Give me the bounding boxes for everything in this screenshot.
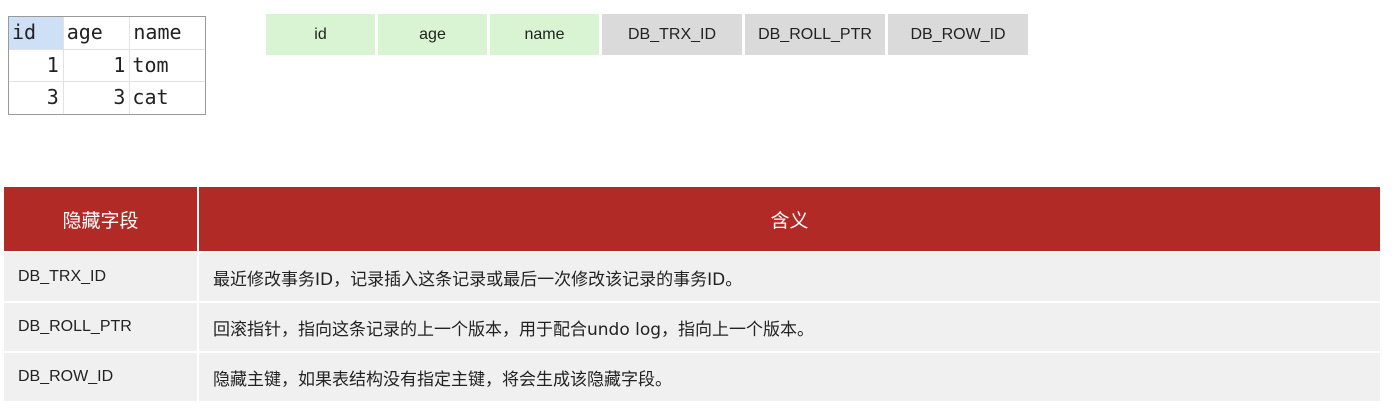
result-grid-header: id age name bbox=[9, 17, 205, 50]
row-structure-strip: id age name DB_TRX_ID DB_ROLL_PTR DB_ROW… bbox=[266, 14, 1028, 55]
field-meaning: 隐藏主键，如果表结构没有指定主键，将会生成该隐藏字段。 bbox=[213, 369, 672, 390]
grid-cell[interactable]: cat bbox=[130, 82, 205, 114]
user-column-id: id bbox=[266, 14, 375, 55]
hidden-column-roll-ptr: DB_ROLL_PTR bbox=[745, 14, 885, 55]
meaning-column-header: 含义 bbox=[770, 209, 809, 232]
field-name: DB_TRX_ID bbox=[4, 253, 199, 301]
grid-cell[interactable]: 1 bbox=[63, 50, 131, 82]
table-row[interactable]: 3 3 cat bbox=[9, 82, 205, 114]
grid-column-header[interactable]: name bbox=[130, 17, 205, 50]
field-meaning: 回滚指针，指向这条记录的上一个版本，用于配合undo log，指向上一个版本。 bbox=[213, 319, 815, 340]
hidden-column-trx-id: DB_TRX_ID bbox=[602, 14, 742, 55]
field-name: DB_ROLL_PTR bbox=[4, 303, 199, 351]
result-grid: id age name 1 1 tom 3 3 cat bbox=[8, 16, 206, 115]
grid-cell[interactable]: 3 bbox=[9, 82, 64, 114]
field-column-header: 隐藏字段 bbox=[4, 187, 199, 251]
user-column-name: name bbox=[490, 14, 599, 55]
grid-cell[interactable]: 1 bbox=[9, 50, 64, 82]
field-meaning: 最近修改事务ID，记录插入这条记录或最后一次修改该记录的事务ID。 bbox=[213, 269, 743, 290]
table-row[interactable]: 1 1 tom bbox=[9, 50, 206, 82]
grid-cell[interactable]: 3 bbox=[64, 82, 131, 114]
table-row: DB_TRX_ID 最近修改事务ID，记录插入这条记录或最后一次修改该记录的事务… bbox=[4, 253, 1380, 301]
hidden-fields-table-header: 隐藏字段 含义 bbox=[4, 187, 1380, 251]
field-name: DB_ROW_ID bbox=[4, 353, 199, 401]
table-row: DB_ROLL_PTR 回滚指针，指向这条记录的上一个版本，用于配合undo l… bbox=[4, 303, 1380, 351]
grid-column-header[interactable]: age bbox=[63, 17, 131, 50]
grid-cell[interactable]: tom bbox=[130, 50, 206, 82]
table-row: DB_ROW_ID 隐藏主键，如果表结构没有指定主键，将会生成该隐藏字段。 bbox=[4, 353, 1380, 401]
hidden-fields-table: 隐藏字段 含义 DB_TRX_ID 最近修改事务ID，记录插入这条记录或最后一次… bbox=[4, 187, 1380, 401]
user-column-age: age bbox=[378, 14, 487, 55]
grid-column-header[interactable]: id bbox=[9, 17, 64, 50]
hidden-column-row-id: DB_ROW_ID bbox=[888, 14, 1028, 55]
